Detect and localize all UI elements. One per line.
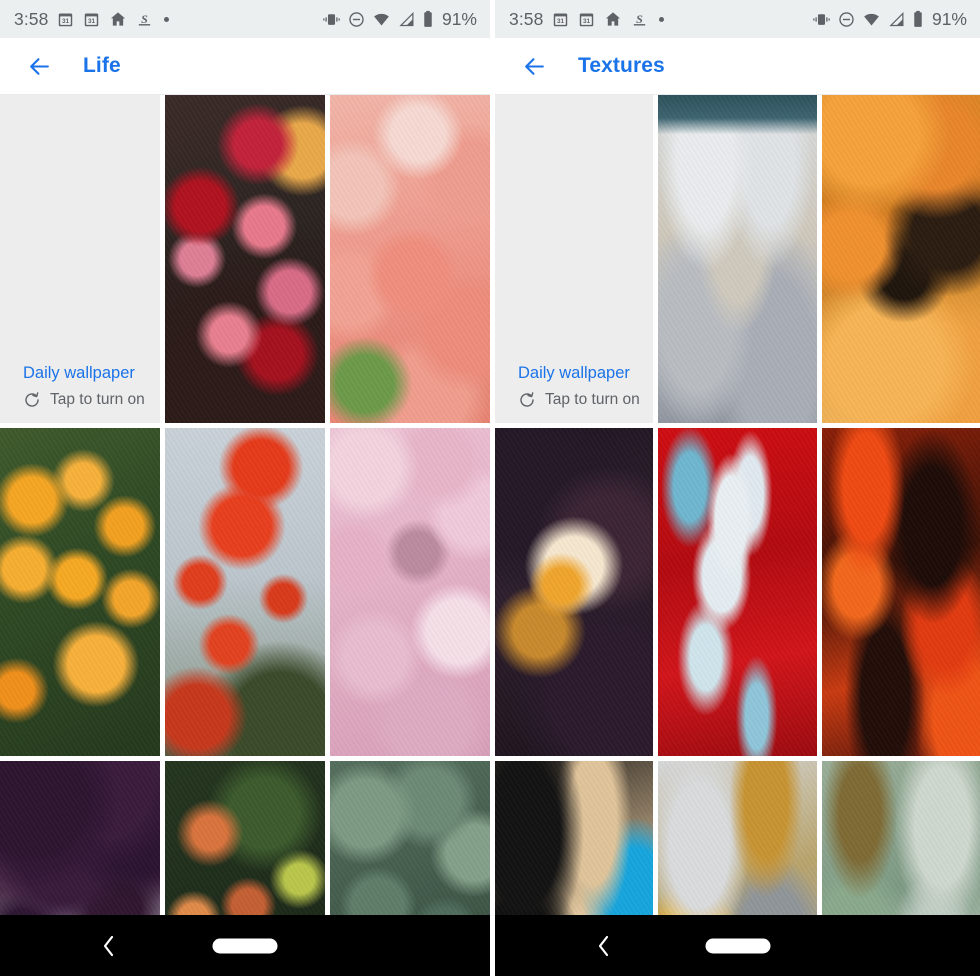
battery-percent-label: 91% xyxy=(441,8,477,29)
status-clock: 3:58 xyxy=(509,8,544,29)
wallpaper-tile-succulent[interactable] xyxy=(330,761,490,915)
svg-text:S: S xyxy=(142,12,149,26)
wallpaper-tile-cosmos[interactable] xyxy=(0,428,160,756)
nav-back-button[interactable] xyxy=(591,933,617,959)
wallpaper-tile-wisteria[interactable] xyxy=(0,761,160,915)
wallpaper-tile-croton[interactable] xyxy=(165,761,325,915)
wallpaper-grid[interactable]: Daily wallpaper Tap to turn on xyxy=(0,95,490,915)
wallpaper-tile-lava[interactable] xyxy=(821,428,980,756)
wallpaper-tile-smoke[interactable] xyxy=(821,95,980,423)
cellular-signal-icon xyxy=(888,11,905,28)
app-bar: Life xyxy=(0,38,490,95)
status-bar-left: 3:58 31 31 S xyxy=(14,9,322,30)
status-bar-right: 91% xyxy=(812,9,967,30)
status-bar: 3:58 31 31 S 91% xyxy=(0,0,490,38)
phone-screen-textures: 3:58 31 31 S 91% Textures Daily wallpape… xyxy=(490,0,980,976)
daily-wallpaper-subtitle: Tap to turn on xyxy=(545,391,640,408)
status-bar: 3:58 31 31 S 91% xyxy=(495,0,980,38)
wallpaper-grid[interactable]: Daily wallpaper Tap to turn on xyxy=(495,95,980,915)
rotate-refresh-icon xyxy=(23,391,41,409)
wallpaper-tile-red-marble[interactable] xyxy=(658,428,817,756)
s-app-icon: S xyxy=(631,11,648,28)
daily-wallpaper-status: Tap to turn on xyxy=(518,391,653,409)
wallpaper-tile-green-marble[interactable] xyxy=(821,761,980,915)
svg-text:31: 31 xyxy=(88,18,96,25)
calendar-31-icon: 31 xyxy=(83,11,100,28)
svg-text:31: 31 xyxy=(62,18,70,25)
wallpaper-tile-yellow-marble[interactable] xyxy=(658,761,817,915)
wallpaper-tile-dahlia-dark[interactable] xyxy=(165,95,325,423)
wallpaper-tile-poppy[interactable] xyxy=(165,428,325,756)
page-title: Textures xyxy=(578,54,665,77)
back-button[interactable] xyxy=(22,49,56,83)
status-clock: 3:58 xyxy=(14,8,49,29)
phone-screen-life: 3:58 31 31 S 91% Life Daily wallpaper Ta… xyxy=(0,0,490,976)
home-icon xyxy=(604,10,622,28)
wallpaper-tile-dahlia-peach[interactable] xyxy=(330,95,490,423)
wallpaper-tile-frost[interactable] xyxy=(658,95,817,423)
daily-wallpaper-title: Daily wallpaper xyxy=(23,364,135,383)
home-icon xyxy=(109,10,127,28)
wifi-icon xyxy=(372,11,391,28)
page-title: Life xyxy=(83,54,121,77)
wallpaper-tile-cosmic[interactable] xyxy=(495,428,654,756)
status-bar-left: 3:58 31 31 S xyxy=(509,9,812,30)
dual-screenshot-comparison: 3:58 31 31 S 91% Life Daily wallpaper Ta… xyxy=(0,0,980,976)
nav-home-pill[interactable] xyxy=(705,938,770,953)
system-navigation-bar xyxy=(0,915,490,976)
dot-icon xyxy=(659,16,665,22)
daily-wallpaper-status: Tap to turn on xyxy=(23,391,160,409)
svg-text:31: 31 xyxy=(557,18,565,25)
cellular-signal-icon xyxy=(398,11,415,28)
daily-wallpaper-title: Daily wallpaper xyxy=(518,364,630,383)
svg-text:31: 31 xyxy=(583,18,591,25)
wallpaper-tile-peony[interactable] xyxy=(330,428,490,756)
arrow-left-icon xyxy=(27,54,52,79)
calendar-31-icon: 31 xyxy=(57,11,74,28)
daily-wallpaper-subtitle: Tap to turn on xyxy=(50,391,145,408)
battery-icon xyxy=(422,10,434,28)
calendar-31-icon: 31 xyxy=(552,11,569,28)
dot-icon xyxy=(164,16,170,22)
s-app-icon: S xyxy=(136,11,153,28)
battery-icon xyxy=(912,10,924,28)
vibrate-icon xyxy=(322,11,341,28)
rotate-refresh-icon xyxy=(518,391,536,409)
app-bar: Textures xyxy=(495,38,980,95)
do-not-disturb-icon xyxy=(348,11,365,28)
vibrate-icon xyxy=(812,11,831,28)
daily-wallpaper-tile[interactable]: Daily wallpaper Tap to turn on xyxy=(0,95,160,423)
nav-back-button[interactable] xyxy=(96,933,122,959)
daily-wallpaper-tile[interactable]: Daily wallpaper Tap to turn on xyxy=(495,95,654,423)
status-bar-right: 91% xyxy=(322,9,477,30)
back-button[interactable] xyxy=(517,49,551,83)
wallpaper-tile-tan-marble[interactable] xyxy=(495,761,654,915)
calendar-31-icon: 31 xyxy=(578,11,595,28)
system-navigation-bar xyxy=(495,915,980,976)
battery-percent-label: 91% xyxy=(931,8,967,29)
wifi-icon xyxy=(862,11,881,28)
arrow-left-icon xyxy=(522,54,547,79)
nav-home-pill[interactable] xyxy=(212,938,278,953)
svg-text:S: S xyxy=(637,12,644,26)
do-not-disturb-icon xyxy=(838,11,855,28)
